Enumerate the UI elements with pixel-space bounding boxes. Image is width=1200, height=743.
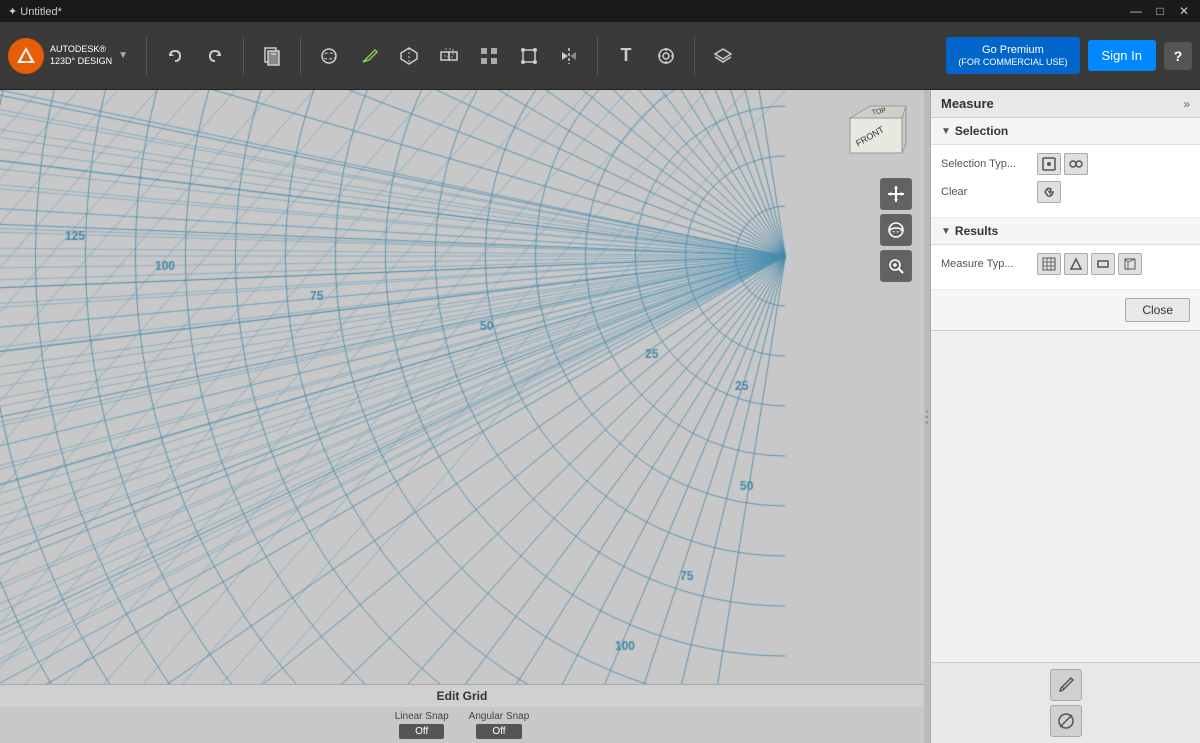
measure-collapse-button[interactable]: » <box>1183 97 1190 111</box>
minimize-button[interactable]: — <box>1128 4 1144 18</box>
main-toolbar: AUTODESK® 123D° DESIGN ▼ T <box>0 22 1200 90</box>
measure-type-btn-1[interactable] <box>1037 253 1061 275</box>
measure-type-buttons <box>1037 253 1142 275</box>
edit-grid-bar: Edit Grid <box>0 684 924 707</box>
measure-type-btn-3[interactable] <box>1091 253 1115 275</box>
window-title: ✦ Untitled* <box>8 5 62 18</box>
logo-icon <box>8 38 44 74</box>
selection-type-row: Selection Typ... <box>941 153 1190 175</box>
snap-button[interactable] <box>648 38 684 74</box>
main-area: FRONT TOP www.dnetw.com Edit Grid <box>0 90 1200 743</box>
clear-row: Clear <box>941 181 1190 203</box>
selection-section-title: Selection <box>955 124 1008 138</box>
transform-button[interactable] <box>511 38 547 74</box>
selection-type-btn-1[interactable] <box>1037 153 1061 175</box>
text-button[interactable]: T <box>608 38 644 74</box>
results-section-header[interactable]: ▼ Results <box>931 218 1200 245</box>
results-section-content: Measure Typ... <box>931 245 1200 290</box>
canvas-area[interactable]: FRONT TOP www.dnetw.com Edit Grid <box>0 90 924 743</box>
linear-snap-toggle[interactable]: Off <box>399 724 444 739</box>
angular-snap-control: Angular Snap Off <box>469 711 530 739</box>
results-section-title: Results <box>955 224 998 238</box>
edit-grid-title: Edit Grid <box>10 689 914 703</box>
linear-snap-label: Linear Snap <box>395 711 449 722</box>
linear-snap-control: Linear Snap Off <box>395 711 449 739</box>
measure-header: Measure » <box>931 90 1200 118</box>
layers-button[interactable] <box>705 38 741 74</box>
group-button[interactable] <box>431 38 467 74</box>
close-btn-row: Close <box>931 290 1200 330</box>
view-cube[interactable]: FRONT TOP <box>840 98 912 170</box>
sketch-button[interactable] <box>351 38 387 74</box>
clear-label: Clear <box>941 186 1031 198</box>
angular-snap-toggle[interactable]: Off <box>476 724 521 739</box>
selection-type-label: Selection Typ... <box>941 158 1031 170</box>
right-panel: Measure » ▼ Selection Selection Typ... <box>930 90 1200 743</box>
clear-buttons <box>1037 181 1061 203</box>
clear-btn[interactable] <box>1037 181 1061 203</box>
orbit-button[interactable] <box>880 214 912 246</box>
undo-button[interactable] <box>157 38 193 74</box>
window-controls: — □ ✕ <box>1128 4 1192 18</box>
primitives-button[interactable] <box>311 38 347 74</box>
extrude-button[interactable] <box>391 38 427 74</box>
close-window-button[interactable]: ✕ <box>1176 4 1192 18</box>
measure-type-btn-2[interactable] <box>1064 253 1088 275</box>
go-premium-button[interactable]: Go Premium (FOR COMMERCIAL USE) <box>946 37 1079 75</box>
results-arrow-icon: ▼ <box>941 226 951 237</box>
measure-panel: Measure » ▼ Selection Selection Typ... <box>931 90 1200 331</box>
toolbar-divider-2 <box>243 36 244 76</box>
mirror-button[interactable] <box>551 38 587 74</box>
pan-button[interactable] <box>880 178 912 210</box>
titlebar: ✦ Untitled* — □ ✕ <box>0 0 1200 22</box>
close-button[interactable]: Close <box>1125 298 1190 322</box>
logo-text: AUTODESK® 123D° DESIGN <box>50 44 112 67</box>
measure-type-label: Measure Typ... <box>941 258 1031 270</box>
selection-section-content: Selection Typ... Clear <box>931 145 1200 218</box>
app-logo: AUTODESK® 123D° DESIGN ▼ <box>8 38 128 74</box>
selection-arrow-icon: ▼ <box>941 126 951 137</box>
sign-in-button[interactable]: Sign In <box>1088 40 1156 71</box>
view-controls <box>880 178 912 282</box>
toolbar-divider-1 <box>146 36 147 76</box>
grid-canvas <box>0 90 924 743</box>
redo-button[interactable] <box>197 38 233 74</box>
mini-tools <box>931 662 1200 743</box>
brush-tool-button[interactable] <box>1050 669 1082 701</box>
new-button[interactable] <box>254 38 290 74</box>
maximize-button[interactable]: □ <box>1152 4 1168 18</box>
measure-panel-title: Measure <box>941 96 994 111</box>
zoom-button[interactable] <box>880 250 912 282</box>
toolbar-divider-4 <box>597 36 598 76</box>
angular-snap-label: Angular Snap <box>469 711 530 722</box>
help-button[interactable]: ? <box>1164 42 1192 70</box>
eraser-tool-button[interactable] <box>1050 705 1082 737</box>
measure-type-btn-4[interactable] <box>1118 253 1142 275</box>
pattern-button[interactable] <box>471 38 507 74</box>
selection-type-buttons <box>1037 153 1088 175</box>
toolbar-divider-3 <box>300 36 301 76</box>
selection-type-btn-2[interactable] <box>1064 153 1088 175</box>
snap-controls: Linear Snap Off Angular Snap Off <box>0 707 924 743</box>
toolbar-divider-5 <box>694 36 695 76</box>
selection-section-header[interactable]: ▼ Selection <box>931 118 1200 145</box>
logo-dropdown-icon[interactable]: ▼ <box>118 50 128 61</box>
edit-grid-area: Edit Grid Linear Snap Off Angular Snap O… <box>0 684 924 743</box>
measure-type-row: Measure Typ... <box>941 253 1190 275</box>
